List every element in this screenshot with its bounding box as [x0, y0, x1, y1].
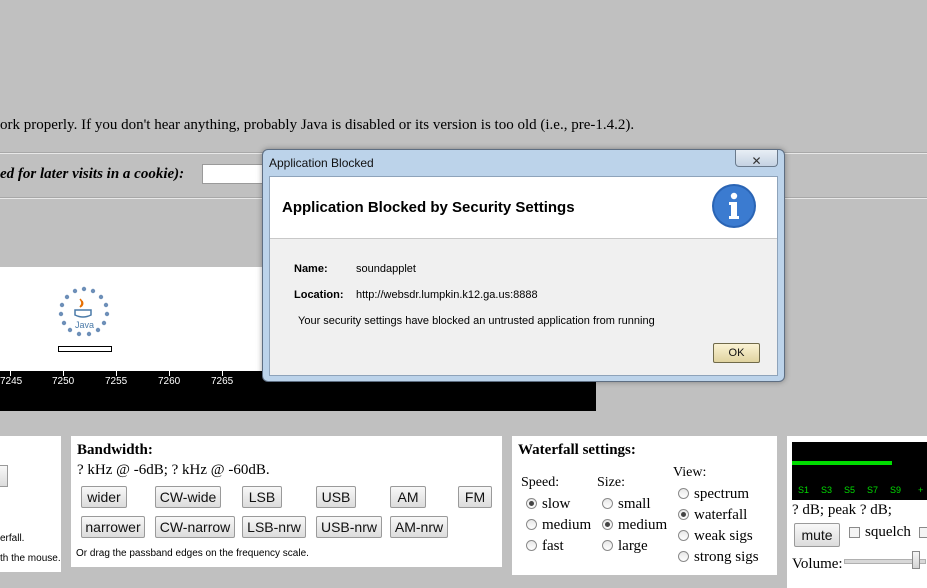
squelch-label: squelch [865, 524, 911, 540]
view-spectrum-label: spectrum [694, 486, 749, 502]
view-weak-sigs-label: weak sigs [694, 528, 753, 544]
cw-wide-button[interactable]: CW-wide [155, 486, 221, 508]
cookie-input[interactable] [202, 164, 264, 184]
location-label: Location: [294, 289, 344, 301]
s-meter-label: S7 [867, 485, 879, 495]
size-small-label: small [618, 496, 651, 512]
s-meter-label: S5 [844, 485, 856, 495]
name-value: soundapplet [356, 263, 416, 275]
blocked-message: Your security settings have blocked an u… [298, 315, 655, 327]
volume-label: Volume: [792, 556, 843, 572]
usb-narrow-button[interactable]: USB-nrw [316, 516, 382, 538]
dialog-close-button[interactable]: ✕ [735, 150, 778, 168]
s-meter-label: S3 [821, 485, 833, 495]
volume-slider-thumb[interactable] [912, 551, 920, 569]
view-spectrum-radio[interactable] [678, 488, 689, 499]
squelch-checkbox[interactable] [849, 527, 860, 538]
size-medium-radio[interactable] [602, 519, 613, 530]
java-warning-text: ork properly. If you don't hear anything… [0, 117, 635, 133]
scale-label: 7260 [158, 376, 181, 387]
scale-label: 7245 [0, 376, 23, 387]
view-label: View: [673, 465, 707, 480]
left-panel: erfall. th the mouse. [0, 436, 61, 572]
s-meter-label: S9 [890, 485, 902, 495]
left-panel-line1: erfall. [0, 533, 25, 544]
extra-checkbox[interactable] [919, 527, 927, 538]
dialog-body: Application Blocked by Security Settings… [269, 176, 778, 376]
lsb-narrow-button[interactable]: LSB-nrw [242, 516, 306, 538]
close-icon: ✕ [751, 154, 762, 168]
speed-label: Speed: [521, 475, 560, 490]
am-narrow-button[interactable]: AM-nrw [390, 516, 448, 538]
view-weak-sigs-radio[interactable] [678, 530, 689, 541]
dialog-heading: Application Blocked by Security Settings [282, 199, 575, 216]
s-meter: S1 S3 S5 S7 S9 + [792, 442, 927, 500]
s-meter-label: + [918, 485, 924, 495]
usb-button[interactable]: USB [316, 486, 356, 508]
cw-narrow-button[interactable]: CW-narrow [155, 516, 235, 538]
cookie-label: ed for later visits in a cookie): [0, 166, 185, 182]
bandwidth-status: ? kHz @ -6dB; ? kHz @ -60dB. [77, 462, 270, 478]
audio-panel: S1 S3 S5 S7 S9 + ? dB; peak ? dB; mute s… [787, 436, 927, 588]
bandwidth-panel: Bandwidth: ? kHz @ -6dB; ? kHz @ -60dB. … [71, 436, 502, 567]
bandwidth-title: Bandwidth: [77, 442, 153, 458]
size-large-label: large [618, 538, 648, 554]
speed-medium-label: medium [542, 517, 592, 533]
size-small-radio[interactable] [602, 498, 613, 509]
location-value: http://websdr.lumpkin.k12.ga.us:8888 [356, 289, 538, 301]
view-waterfall-radio[interactable] [678, 509, 689, 520]
scale-label: 7250 [52, 376, 75, 387]
info-icon [711, 183, 757, 229]
view-strong-sigs-label: strong sigs [694, 549, 759, 565]
size-large-radio[interactable] [602, 540, 613, 551]
s-meter-label: S1 [798, 485, 810, 495]
dialog-window-title: Application Blocked [269, 156, 374, 170]
wider-button[interactable]: wider [81, 486, 127, 508]
db-readout: ? dB; peak ? dB; [792, 502, 892, 518]
narrower-button[interactable]: narrower [81, 516, 145, 538]
scale-label: 7255 [105, 376, 128, 387]
scale-label: 7265 [211, 376, 234, 387]
java-logo-text: Java [75, 320, 95, 330]
java-logo-icon: Java [53, 285, 115, 337]
size-medium-label: medium [618, 517, 668, 533]
view-strong-sigs-radio[interactable] [678, 551, 689, 562]
left-panel-button[interactable] [0, 465, 8, 487]
speed-slow-radio[interactable] [526, 498, 537, 509]
am-button[interactable]: AM [390, 486, 426, 508]
mute-button[interactable]: mute [794, 523, 840, 547]
s-meter-bar [792, 461, 892, 465]
waterfall-title: Waterfall settings: [518, 442, 636, 458]
ok-button[interactable]: OK [713, 343, 760, 363]
name-label: Name: [294, 263, 328, 275]
java-loading-bar [58, 346, 112, 352]
waterfall-panel: Waterfall settings: Speed: Size: View: s… [512, 436, 777, 575]
fm-button[interactable]: FM [458, 486, 492, 508]
lsb-button[interactable]: LSB [242, 486, 282, 508]
speed-slow-label: slow [542, 496, 571, 512]
left-panel-line2: th the mouse. [0, 553, 61, 564]
dialog-header: Application Blocked by Security Settings [270, 177, 777, 239]
speed-fast-radio[interactable] [526, 540, 537, 551]
size-label: Size: [597, 475, 625, 490]
speed-fast-label: fast [542, 538, 564, 554]
speed-medium-radio[interactable] [526, 519, 537, 530]
application-blocked-dialog: Application Blocked ✕ Application Blocke… [262, 149, 785, 382]
bandwidth-hint: Or drag the passband edges on the freque… [76, 548, 309, 559]
view-waterfall-label: waterfall [694, 507, 748, 523]
